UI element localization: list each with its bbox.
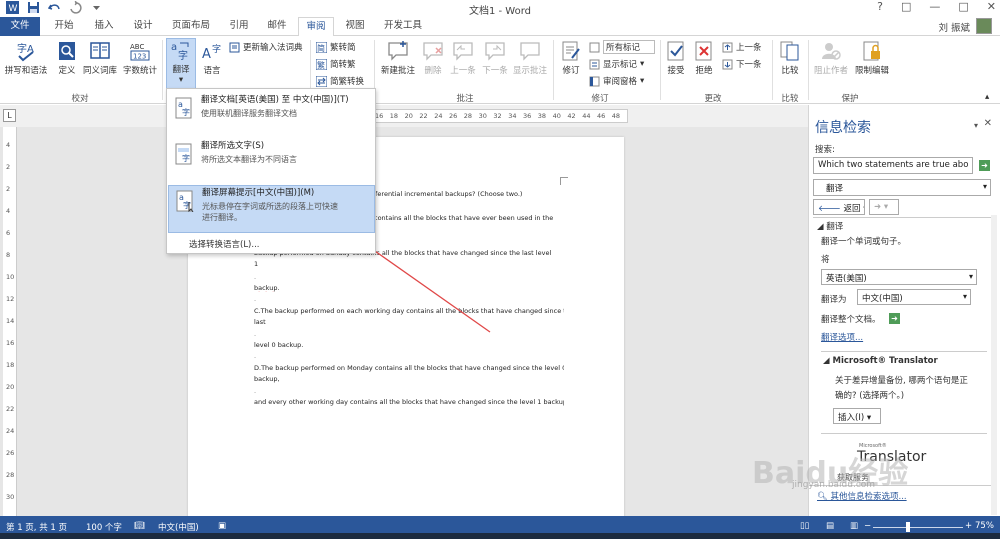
translation-options-link[interactable]: 翻译选项... [821,331,863,343]
zoom-slider[interactable] [873,527,963,528]
chevron-down-icon: ▾ [863,204,864,214]
chevron-down-icon: ▾ [962,292,967,301]
read-mode-icon[interactable]: ▯▯ [800,521,809,531]
collapse-triangle-icon: ◢ [817,222,827,232]
pane-scrollbar[interactable] [991,215,997,515]
zoom-thumb[interactable] [906,522,910,532]
to-language-select[interactable]: 中文(中国) ▾ [857,289,971,305]
svg-text:字: 字 [182,153,190,163]
menu-item-choose-language[interactable]: 选择转换语言(L)... [189,238,259,250]
translation-result-line: 确的? (选择两个。) [835,391,905,401]
translate-document-label: 翻译整个文档。 [821,315,881,325]
zoom-out-icon[interactable]: − [864,521,871,531]
menu-item-translate-document[interactable]: a字 翻译文档[英语(美国) 至 中文(中国)](T) 使用联机翻译服务翻译文档 [168,93,375,133]
search-input[interactable]: Which two statements are true abo [813,157,973,174]
word-count[interactable]: 100 个字 [86,521,122,533]
zoom-level[interactable]: 75% [975,521,994,531]
language-status[interactable]: 中文(中国) [158,521,199,533]
collapse-triangle-icon: ◢ [823,356,833,366]
translate-selection-icon: 字 [175,143,192,165]
close-icon[interactable]: ✕ [984,118,992,129]
translate-document-go-icon[interactable]: ➜ [889,313,900,324]
section-description: 翻译一个单词或句子。 [821,237,907,247]
forward-button[interactable]: ➜ ▾ [869,199,899,215]
chevron-down-icon: ▾ [866,413,872,423]
to-label: 翻译为 [821,295,847,305]
zoom-in-icon[interactable]: + [965,521,972,531]
proofing-status-icon[interactable]: 📖︎ [134,521,145,531]
ms-translator-header[interactable]: ◢ Microsoft® Translator [823,356,938,366]
section-header-translate[interactable]: ◢ 翻译 [817,220,843,232]
menu-item-translate-selection[interactable]: 字 翻译所选文字(S) 将所选文本翻译为不同语言 [168,139,375,179]
chevron-down-icon: ▾ [968,272,973,281]
translate-document-icon: a字 [175,97,192,119]
taskbar [0,533,1000,539]
source-select[interactable]: 翻译 ▾ [813,179,991,196]
page-count[interactable]: 第 1 页, 共 1 页 [6,521,67,533]
pane-options-icon[interactable]: ▾ [974,121,978,130]
translation-result-line: 关于差异增量备份, 哪两个语句是正 [835,376,968,386]
svg-text:字: 字 [182,107,190,117]
research-icon: 🔍︎ [817,492,831,502]
forward-arrow-icon: ➜ ▾ [874,202,889,212]
insert-button[interactable]: 插入(I) ▾ [833,408,881,424]
menu-item-mini-translator[interactable]: a字 翻译屏幕提示[中文(中国)](M) 光标悬停在字词或所选的段落上可快速 进… [168,185,375,233]
search-label: 搜索: [815,145,835,155]
macro-icon[interactable]: ▣ [218,521,226,531]
watermark-url: jingyan.baidu.com [792,480,876,490]
pane-title: 信息检索 [815,120,871,136]
mini-translator-icon: a字 [176,190,194,212]
web-layout-icon[interactable]: ▥ [850,521,858,531]
chevron-down-icon: ▾ [982,182,987,191]
back-button[interactable]: 🡐 返回 ▾ [813,199,865,215]
divider [813,217,991,218]
from-language-select[interactable]: 英语(美国) ▾ [821,269,977,285]
divider [821,433,987,434]
translate-dropdown-menu: a字 翻译文档[英语(美国) 至 中文(中国)](T) 使用联机翻译服务翻译文档… [166,88,376,254]
from-label: 将 [821,255,830,265]
print-layout-icon[interactable]: ▤ [826,521,834,531]
back-arrow-icon: 🡐 [818,204,841,214]
search-go-icon[interactable]: ➜ [979,160,990,171]
divider [821,351,987,352]
